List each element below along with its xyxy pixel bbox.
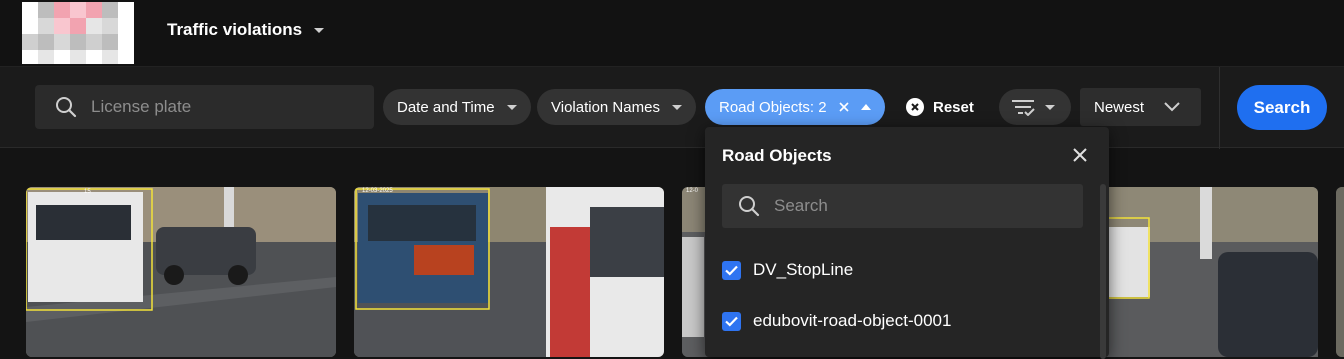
license-plate-search[interactable] — [35, 85, 374, 129]
logo-pixel — [118, 2, 134, 18]
violation-card[interactable]: 15 — [26, 187, 336, 357]
road-objects-filter[interactable]: Road Objects: 2 — [705, 89, 885, 125]
dropdown-search-input[interactable] — [774, 196, 1054, 216]
dropdown-search[interactable] — [722, 184, 1083, 228]
logo-pixel — [54, 34, 70, 50]
logo-pixel — [86, 18, 102, 34]
checkbox-checked-icon[interactable] — [722, 260, 741, 280]
card-timestamp: 12-0 — [686, 188, 699, 194]
option-label: DV_StopLine — [753, 260, 854, 279]
logo-pixel — [70, 34, 86, 50]
logo-pixel — [102, 50, 118, 64]
logo-pixel — [38, 50, 54, 64]
top-bar: Traffic violations — [0, 0, 1344, 66]
filter-list-icon — [1012, 100, 1035, 116]
logo-pixel — [70, 18, 86, 34]
road-object-option[interactable]: DV_StopLine — [722, 259, 853, 281]
logo-pixel — [102, 34, 118, 50]
clear-filter-icon[interactable] — [838, 102, 849, 112]
logo-pixel — [38, 2, 54, 18]
search-icon — [739, 196, 760, 217]
chevron-down-icon — [671, 104, 682, 110]
chevron-up-icon — [860, 104, 871, 110]
violation-snapshot — [1336, 187, 1344, 357]
chevron-down-icon — [1045, 104, 1055, 110]
reset-label: Reset — [933, 98, 974, 116]
close-icon[interactable] — [1072, 147, 1088, 163]
date-time-label: Date and Time — [397, 98, 495, 116]
reset-icon — [906, 98, 924, 116]
card-timestamp: 12-03-2025 — [362, 188, 393, 194]
chevron-down-icon — [506, 104, 517, 110]
date-time-filter[interactable]: Date and Time — [383, 89, 531, 125]
road-objects-dropdown: Road Objects DV_StopLine edubovit-road-o… — [705, 127, 1109, 359]
logo-pixel — [38, 34, 54, 50]
sort-label: Newest — [1094, 98, 1145, 116]
chevron-down-icon — [314, 27, 325, 33]
divider — [1219, 67, 1220, 149]
license-plate-input[interactable] — [91, 97, 351, 117]
card-timestamp: 15 — [84, 189, 91, 195]
logo-pixel — [102, 2, 118, 18]
logo-pixel — [118, 34, 134, 50]
violation-snapshot: 12-03-2025 — [354, 187, 664, 357]
logo-pixel — [38, 18, 54, 34]
logo-pixel — [22, 18, 38, 34]
logo-pixel — [102, 18, 118, 34]
logo-pixel — [54, 18, 70, 34]
page-title: Traffic violations — [167, 20, 303, 39]
logo-pixel — [118, 50, 134, 64]
violation-names-filter[interactable]: Violation Names — [537, 89, 696, 125]
logo-pixel — [118, 18, 134, 34]
chevron-down-icon — [1164, 102, 1180, 112]
logo-pixel — [70, 2, 86, 18]
violation-card[interactable] — [1336, 187, 1344, 357]
option-label: edubovit-road-object-0001 — [753, 311, 952, 330]
road-object-option[interactable]: edubovit-road-object-0001 — [722, 310, 951, 332]
violation-names-label: Violation Names — [551, 98, 660, 116]
violation-snapshot: 15 — [26, 187, 336, 357]
search-icon — [56, 97, 77, 118]
logo-pixel — [86, 34, 102, 50]
logo-pixel — [22, 50, 38, 64]
logo-pixel — [70, 50, 86, 64]
logo-pixel — [54, 50, 70, 64]
road-objects-label: Road Objects: 2 — [719, 98, 827, 116]
filter-options-button[interactable] — [999, 89, 1071, 125]
logo-pixel — [86, 50, 102, 64]
checkbox-checked-icon[interactable] — [722, 311, 741, 331]
dropdown-scrollbar[interactable] — [1100, 184, 1106, 359]
logo-pixel — [22, 2, 38, 18]
page-title-dropdown[interactable]: Traffic violations — [167, 20, 325, 40]
search-button[interactable]: Search — [1237, 85, 1327, 130]
app-logo — [22, 2, 134, 64]
filter-bar: Date and Time Violation Names Road Objec… — [0, 66, 1344, 149]
reset-button[interactable]: Reset — [906, 89, 974, 125]
dropdown-title: Road Objects — [722, 146, 832, 165]
sort-select[interactable]: Newest — [1080, 88, 1201, 126]
logo-pixel — [22, 34, 38, 50]
violation-card[interactable]: 12-03-2025 — [354, 187, 664, 357]
logo-pixel — [54, 2, 70, 18]
logo-pixel — [86, 2, 102, 18]
